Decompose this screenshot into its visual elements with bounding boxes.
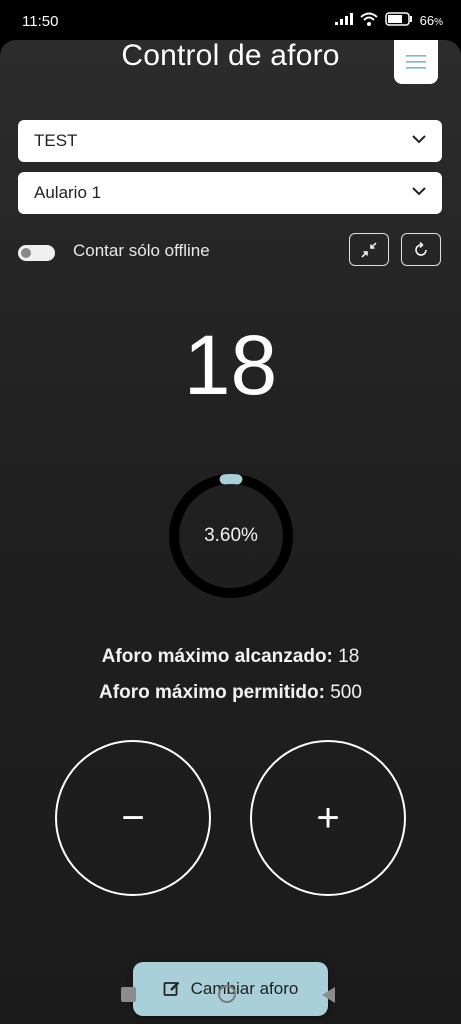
max-reached-stat: Aforo máximo alcanzado: 18 [0, 646, 461, 668]
room-select[interactable]: Aulario 1 [18, 172, 442, 214]
wifi-icon [359, 12, 378, 29]
signal-icon [334, 13, 353, 28]
status-bar: 11:50 66% [0, 0, 461, 40]
occupancy-count: 18 [183, 318, 278, 412]
room-select-value: Aulario 1 [34, 183, 102, 202]
toggle-knob [21, 248, 31, 258]
refresh-button[interactable] [401, 233, 441, 266]
max-reached-label: Aforo máximo alcanzado: [101, 646, 333, 667]
home-button[interactable] [218, 985, 236, 1003]
max-allowed-stat: Aforo máximo permitido: 500 [0, 682, 461, 704]
max-allowed-label: Aforo máximo permitido: [99, 682, 325, 703]
max-reached-value: 18 [338, 646, 360, 667]
chevron-down-icon [412, 135, 426, 144]
chevron-down-icon [412, 187, 426, 196]
page-title: Control de aforo [121, 39, 340, 72]
change-capacity-label: Cambiar aforo [190, 979, 299, 998]
compress-button[interactable] [349, 233, 389, 266]
battery-level: 66% [419, 13, 443, 28]
offline-toggle-label: Contar sólo offline [73, 241, 210, 260]
app-screen: Control de aforo TEST Aulario 1 Contar s… [0, 40, 461, 1024]
menu-button[interactable] [394, 40, 438, 84]
decrement-button[interactable]: − [55, 740, 211, 896]
compress-icon [361, 241, 377, 258]
edit-icon [163, 981, 179, 996]
organization-select-value: TEST [34, 131, 78, 150]
offline-toggle[interactable] [18, 245, 55, 261]
max-allowed-value: 500 [330, 682, 362, 703]
increment-button[interactable]: + [250, 740, 406, 896]
status-icons: 66% [334, 12, 443, 29]
menu-icon [406, 55, 426, 69]
occupancy-percent: 3.60% [204, 525, 258, 546]
status-time: 11:50 [22, 13, 59, 30]
back-button[interactable] [322, 987, 335, 1003]
organization-select[interactable]: TEST [18, 120, 442, 162]
recent-apps-button[interactable] [121, 987, 136, 1002]
refresh-icon [415, 241, 427, 256]
battery-icon [384, 12, 413, 29]
